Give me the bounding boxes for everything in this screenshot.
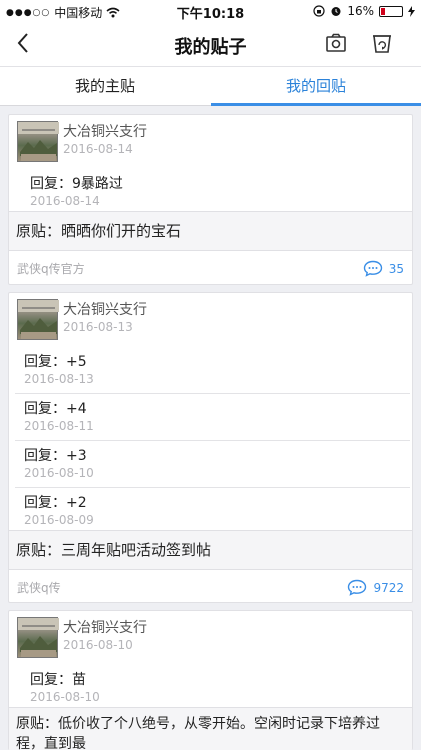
reply-item[interactable]: 回复：+4 2016-08-11 — [15, 394, 410, 441]
username[interactable]: 大冶铜兴支行 — [63, 121, 147, 141]
reply-list: 回复：+5 2016-08-13 回复：+4 2016-08-11 回复：+3 … — [9, 347, 412, 530]
reply-text: 回复：9暴路过 — [30, 176, 123, 192]
reply-date: 2016-08-13 — [24, 372, 94, 386]
page-title: 我的贴子 — [174, 37, 247, 58]
reply-card[interactable]: 大冶铜兴支行 2016-08-13 回复：+5 2016-08-13 回复：+4… — [8, 292, 413, 603]
reply-item[interactable]: 回复：+5 2016-08-13 — [15, 347, 410, 394]
recycle-icon — [373, 35, 391, 53]
battery-percent: 16% — [347, 4, 374, 18]
camera-button[interactable] — [323, 30, 349, 56]
comment-icon — [348, 579, 367, 596]
original-post[interactable]: 原贴：三周年贴吧活动签到帖 — [9, 530, 412, 570]
reply-item[interactable]: 回复：+2 2016-08-09 — [15, 488, 410, 530]
reply-date: 2016-08-10 — [24, 466, 94, 480]
reply-date: 2016-08-10 — [30, 690, 100, 704]
post-date: 2016-08-14 — [63, 142, 133, 156]
avatar[interactable] — [17, 299, 59, 340]
comment-count[interactable]: 9722 — [347, 579, 404, 596]
reply-item[interactable]: 回复：9暴路过 2016-08-14 — [15, 169, 410, 211]
battery-icon — [379, 5, 403, 17]
reply-text: 回复：苗 — [30, 672, 86, 688]
forum-name[interactable]: 武侠q传 — [17, 579, 61, 596]
reply-item[interactable]: 回复：+3 2016-08-10 — [15, 441, 410, 488]
card-header: 大冶铜兴支行 2016-08-14 — [9, 115, 412, 169]
reply-date: 2016-08-11 — [24, 419, 94, 433]
reply-card[interactable]: 大冶铜兴支行 2016-08-10 回复：苗 2016-08-10 原贴：低价收… — [8, 610, 413, 750]
status-bar: ●●●○○ 中国移动 下午10:18 16% — [0, 0, 421, 22]
orientation-lock-icon — [313, 5, 325, 17]
card-header: 大冶铜兴支行 2016-08-10 — [9, 611, 412, 665]
comment-count-value: 9722 — [373, 580, 404, 595]
tab-my-replies[interactable]: 我的回贴 — [211, 67, 421, 106]
forum-name[interactable]: 武侠q传官方 — [17, 260, 85, 277]
reply-text: 回复：+5 — [24, 354, 87, 370]
nav-bar: 我的贴子 — [0, 22, 421, 66]
reply-text: 回复：+2 — [24, 495, 87, 511]
original-post[interactable]: 原贴：晒晒你们开的宝石 — [9, 211, 412, 251]
camera-icon — [326, 33, 346, 52]
reply-item[interactable]: 回复：苗 2016-08-10 — [15, 665, 410, 707]
recycle-button[interactable] — [369, 30, 395, 56]
original-post[interactable]: 原贴：低价收了个八绝号，从零开始。空闲时记录下培养过程，直到最 — [9, 707, 412, 750]
avatar[interactable] — [17, 617, 59, 658]
reply-date: 2016-08-09 — [24, 513, 94, 527]
reply-card[interactable]: 大冶铜兴支行 2016-08-14 回复：9暴路过 2016-08-14 原贴：… — [8, 114, 413, 285]
comment-count-value: 35 — [388, 261, 404, 276]
post-date: 2016-08-13 — [63, 320, 133, 334]
alarm-icon — [331, 7, 341, 16]
tab-bar: 我的主贴 我的回贴 — [0, 66, 421, 106]
card-footer: 武侠q传 9722 — [9, 570, 412, 602]
reply-list: 回复：9暴路过 2016-08-14 — [9, 169, 412, 211]
reply-date: 2016-08-14 — [30, 194, 100, 208]
reply-text: 回复：+3 — [24, 448, 87, 464]
tab-my-posts[interactable]: 我的主贴 — [0, 67, 210, 106]
username[interactable]: 大冶铜兴支行 — [63, 299, 147, 319]
reply-text: 回复：+4 — [24, 401, 87, 417]
charging-icon — [408, 5, 415, 17]
card-header: 大冶铜兴支行 2016-08-13 — [9, 293, 412, 347]
card-footer: 武侠q传官方 35 — [9, 251, 412, 283]
post-date: 2016-08-10 — [63, 638, 133, 652]
reply-list: 回复：苗 2016-08-10 — [9, 665, 412, 707]
comment-icon — [363, 260, 382, 277]
comment-count[interactable]: 35 — [363, 260, 404, 277]
username[interactable]: 大冶铜兴支行 — [63, 617, 147, 637]
active-tab-indicator — [211, 103, 421, 106]
avatar[interactable] — [17, 121, 59, 162]
